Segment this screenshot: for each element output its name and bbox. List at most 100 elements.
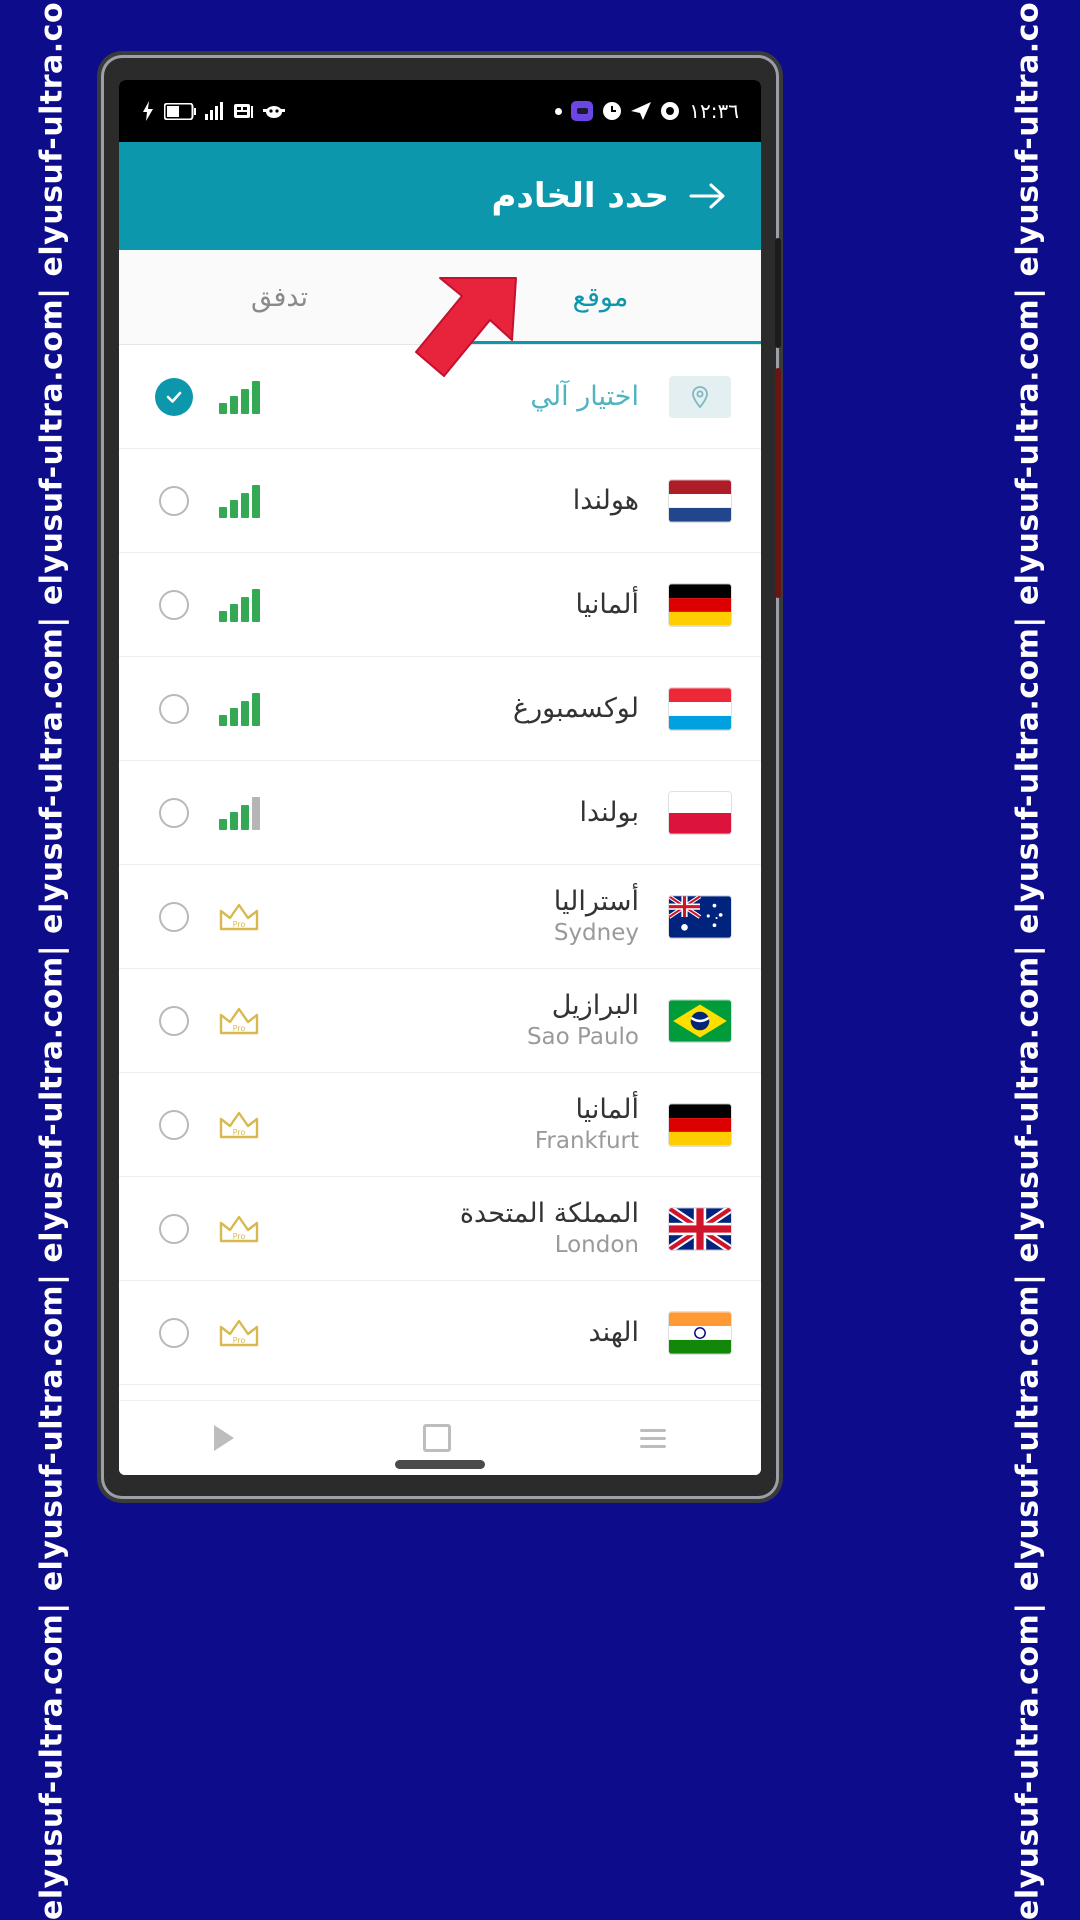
home-indicator [395, 1460, 485, 1469]
sim-card-icon [234, 102, 254, 120]
table-row[interactable]: ألمانيا Frankfurt Pro [119, 1073, 761, 1177]
server-name: بولندا [579, 796, 639, 828]
tab-location-label: موقع [572, 281, 629, 313]
watermark-left-text: elyusuf-ultra.com| elyusuf-ultra.com| el… [34, 0, 70, 1920]
pro-crown-icon: Pro [207, 899, 271, 935]
watermark-right: elyusuf-ultra.com| elyusuf-ultra.com| el… [976, 0, 1080, 1920]
flag-poland-icon [661, 791, 739, 834]
volume-button[interactable] [775, 238, 781, 348]
radio-unselected[interactable] [141, 1213, 207, 1244]
server-name: اختيار آلي [530, 380, 639, 412]
tab-location[interactable]: موقع [440, 250, 761, 344]
app-bar: حدد الخادم [119, 142, 761, 250]
pro-crown-icon: Pro [207, 1003, 271, 1039]
signal-bars-icon [205, 102, 225, 120]
row-labels: البرازيل Sao Paulo [271, 990, 661, 1051]
radio-unselected[interactable] [141, 693, 207, 724]
flag-australia-icon [661, 895, 739, 938]
table-row[interactable]: اختيار آلي [119, 345, 761, 449]
server-list[interactable]: اختيار آلي هولندا ألمانيا لوكسمبورغ بولن… [119, 345, 761, 1400]
radio-unselected[interactable] [141, 485, 207, 516]
signal-strength-icon [207, 484, 271, 518]
recents-lines-icon[interactable] [640, 1428, 667, 1448]
watermark-right-text: elyusuf-ultra.com| elyusuf-ultra.com| el… [1010, 0, 1046, 1920]
table-row[interactable]: المملكة المتحدة London Pro [119, 1177, 761, 1281]
back-triangle-icon[interactable] [213, 1425, 234, 1451]
table-row[interactable]: أستراليا Sydney Pro [119, 865, 761, 969]
server-name: هولندا [572, 484, 639, 516]
pro-crown-icon: Pro [207, 1315, 271, 1351]
row-labels: هولندا [271, 485, 661, 517]
circle-badge-icon [660, 101, 680, 121]
server-name: أستراليا [553, 885, 639, 917]
pro-crown-icon: Pro [207, 1211, 271, 1247]
radio-unselected[interactable] [141, 1109, 207, 1140]
svg-text:Pro: Pro [233, 920, 246, 929]
server-name: المملكة المتحدة [459, 1197, 639, 1229]
tab-bar: موقع تدفق [119, 250, 761, 345]
row-labels: ألمانيا Frankfurt [271, 1094, 661, 1155]
radio-unselected[interactable] [141, 589, 207, 620]
watermark-left: elyusuf-ultra.com| elyusuf-ultra.com| el… [0, 0, 104, 1920]
table-row[interactable]: هولندا [119, 449, 761, 553]
flag-india-icon [661, 1311, 739, 1354]
dot-icon [555, 107, 563, 115]
server-name: لوكسمبورغ [513, 692, 639, 724]
server-city: Sao Paulo [526, 1023, 639, 1050]
server-city: London [554, 1231, 639, 1258]
row-labels: الهند [271, 1317, 661, 1349]
radio-selected[interactable] [141, 377, 207, 416]
status-bar-left-icons [141, 101, 285, 121]
tab-streaming[interactable]: تدفق [119, 250, 440, 344]
server-city: Sydney [553, 919, 639, 946]
phone-screen-bezel: ١٢:٣٦ حدد الخادم موقع تدفق اختيار آلي هو… [119, 80, 761, 1475]
phone-device-frame: ١٢:٣٦ حدد الخادم موقع تدفق اختيار آلي هو… [104, 58, 781, 1496]
table-row[interactable]: بولندا [119, 761, 761, 865]
mask-icon [263, 102, 285, 120]
power-button[interactable] [775, 368, 781, 598]
row-labels: لوكسمبورغ [271, 693, 661, 725]
back-arrow-icon[interactable] [683, 170, 735, 222]
flag-germany-icon [661, 583, 739, 626]
location-pin-icon [661, 375, 739, 418]
radio-unselected[interactable] [141, 1005, 207, 1036]
signal-strength-icon [207, 380, 271, 414]
signal-strength-icon [207, 796, 271, 830]
row-labels: ألمانيا [271, 589, 661, 621]
table-row[interactable]: ألمانيا [119, 553, 761, 657]
page-title: حدد الخادم [491, 176, 670, 216]
server-name: الهند [588, 1316, 640, 1348]
table-row[interactable]: الهند Pro [119, 1281, 761, 1385]
server-name: ألمانيا [575, 588, 639, 620]
clock-icon [602, 101, 622, 121]
radio-unselected[interactable] [141, 1317, 207, 1348]
status-bar-right-icons: ١٢:٣٦ [555, 99, 739, 123]
signal-strength-icon [207, 692, 271, 726]
svg-text:Pro: Pro [233, 1336, 246, 1345]
purple-app-icon [571, 101, 594, 121]
svg-text:Pro: Pro [233, 1024, 246, 1033]
row-labels: بولندا [271, 797, 661, 829]
svg-text:Pro: Pro [233, 1232, 246, 1241]
radio-unselected[interactable] [141, 797, 207, 828]
radio-unselected[interactable] [141, 901, 207, 932]
server-name: ألمانيا [575, 1093, 639, 1125]
row-labels: أستراليا Sydney [271, 886, 661, 947]
server-city: Frankfurt [534, 1127, 639, 1154]
row-labels: اختيار آلي [271, 381, 661, 413]
table-row[interactable]: لوكسمبورغ [119, 657, 761, 761]
flag-germany-icon [661, 1103, 739, 1146]
screenshot-root: elyusuf-ultra.com| elyusuf-ultra.com| el… [0, 0, 1080, 1920]
svg-text:Pro: Pro [233, 1128, 246, 1137]
usb-charging-icon [141, 101, 155, 121]
battery-icon [164, 102, 196, 120]
table-row[interactable]: البرازيل Sao Paulo Pro [119, 969, 761, 1073]
signal-strength-icon [207, 588, 271, 622]
status-bar: ١٢:٣٦ [119, 80, 761, 142]
flag-brazil-icon [661, 999, 739, 1042]
tab-streaming-label: تدفق [250, 281, 309, 313]
pro-crown-icon: Pro [207, 1107, 271, 1143]
server-name: البرازيل [551, 989, 639, 1021]
home-square-icon[interactable] [422, 1424, 451, 1452]
send-icon [631, 102, 652, 120]
